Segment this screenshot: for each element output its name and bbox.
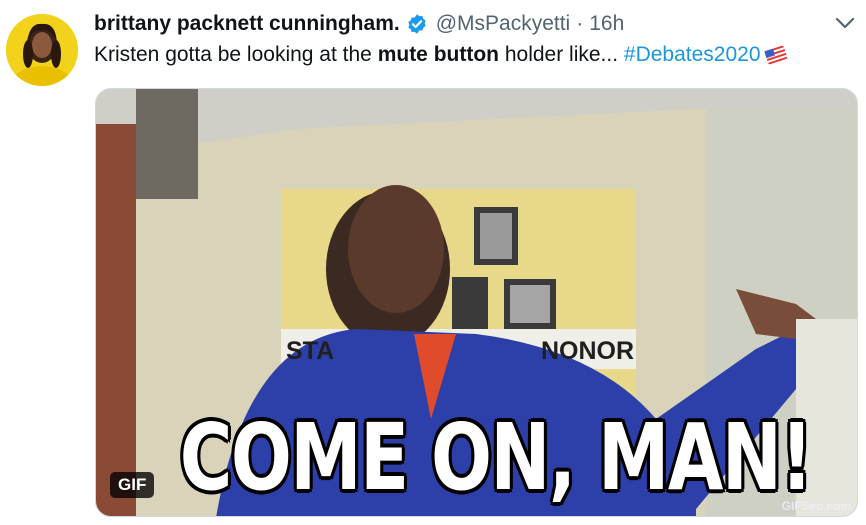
- verified-badge-icon: [408, 14, 426, 34]
- tweet-text: Kristen gotta be looking at the mute but…: [94, 42, 789, 68]
- avatar[interactable]: [6, 14, 78, 86]
- hashtag-link[interactable]: #Debates2020: [624, 43, 761, 67]
- gif-caption: COME ON, MAN!: [179, 404, 813, 511]
- tweet-text-bold: mute button: [377, 43, 499, 66]
- sign-text-left: STA: [286, 337, 335, 365]
- us-flag-emoji-icon: [763, 45, 787, 65]
- gif-media[interactable]: STA NONOR COME ON, MAN! GIF GIFSec.com: [95, 88, 858, 517]
- tweet-text-part2: holder like...: [499, 43, 624, 66]
- tweet-text-part1: Kristen gotta be looking at the: [94, 43, 378, 66]
- timestamp[interactable]: 16h: [589, 12, 624, 36]
- separator-dot: ·: [576, 12, 584, 35]
- handle[interactable]: @MsPackyetti: [436, 12, 571, 36]
- sign-text-right: NONOR: [541, 337, 635, 365]
- avatar-image: [6, 14, 78, 86]
- display-name[interactable]: brittany packnett cunningham.: [94, 12, 400, 36]
- gif-badge: GIF: [110, 472, 155, 498]
- watermark: GIFSec.com: [781, 499, 851, 513]
- tweet-header: brittany packnett cunningham. @MsPackyet…: [94, 10, 624, 38]
- chevron-down-icon[interactable]: [834, 14, 856, 32]
